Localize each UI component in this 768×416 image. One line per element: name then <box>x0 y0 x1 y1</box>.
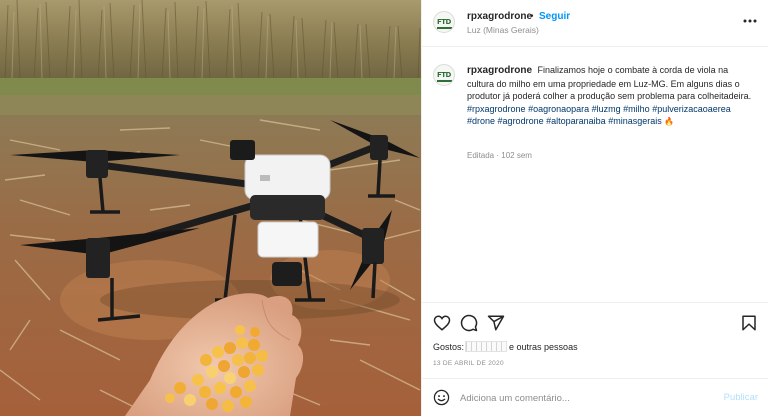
edited-timestamp[interactable]: Editada · 102 sem <box>467 151 532 160</box>
hashtag-link[interactable]: #milho <box>623 104 650 114</box>
avatar[interactable]: FTD <box>433 11 455 33</box>
heart-icon[interactable] <box>433 314 451 332</box>
hashtag-link[interactable]: #oagronaopara <box>528 104 589 114</box>
likes-others[interactable]: e outras pessoas <box>509 342 578 352</box>
hashtag-link[interactable]: #minasgerais <box>608 116 662 126</box>
avatar-logo-text: FTD <box>437 71 451 79</box>
location-link[interactable]: Luz (Minas Gerais) <box>467 25 539 35</box>
username-link[interactable]: rpxagrodrone <box>467 11 532 22</box>
hashtag-link[interactable]: #drone <box>467 116 495 126</box>
comment-icon[interactable] <box>460 314 478 332</box>
hashtag-link[interactable]: #altoparanaiba <box>546 116 606 126</box>
fire-emoji-icon: 🔥 <box>664 117 675 126</box>
hashtag-link[interactable]: #rpxagrodrone <box>467 104 526 114</box>
post-side-panel: FTD rpxagrodrone • Seguir Luz (Minas Ger… <box>421 0 768 416</box>
caption-avatar[interactable]: FTD <box>433 64 455 86</box>
emoji-icon[interactable] <box>433 389 450 406</box>
caption-username[interactable]: rpxagrodrone <box>467 65 532 76</box>
comment-input[interactable] <box>460 388 700 408</box>
more-options-icon[interactable] <box>743 14 757 28</box>
redacted-liker-names <box>465 341 508 352</box>
likes-prefix: Gostos <box>433 342 462 352</box>
action-bar <box>422 303 768 341</box>
likes-summary[interactable]: Gostos: e outras pessoas <box>433 341 578 352</box>
separator-dot: • <box>530 11 534 22</box>
hashtag-link[interactable]: #pulverizacaoaerea <box>652 104 731 114</box>
share-icon[interactable] <box>487 314 505 332</box>
publish-button[interactable]: Publicar <box>724 392 758 403</box>
drone-field-photo <box>0 0 421 416</box>
caption-section: FTD rpxagrodrone Finalizamos hoje o comb… <box>422 47 768 303</box>
post-date[interactable]: 13 DE ABRIL DE 2020 <box>433 360 504 367</box>
post-caption: rpxagrodrone Finalizamos hoje o combate … <box>467 64 757 129</box>
hashtag-link[interactable]: #luzmg <box>592 104 621 114</box>
post-header: FTD rpxagrodrone • Seguir Luz (Minas Ger… <box>422 0 768 47</box>
follow-button[interactable]: Seguir <box>539 11 570 22</box>
hashtag-link[interactable]: #agrodrone <box>498 116 544 126</box>
avatar-logo-bar <box>437 27 452 29</box>
avatar-logo-bar <box>437 80 452 82</box>
avatar-logo-text: FTD <box>437 18 451 26</box>
bookmark-icon[interactable] <box>740 314 758 332</box>
post-photo[interactable] <box>0 0 421 416</box>
comment-bar: Publicar <box>422 378 768 416</box>
